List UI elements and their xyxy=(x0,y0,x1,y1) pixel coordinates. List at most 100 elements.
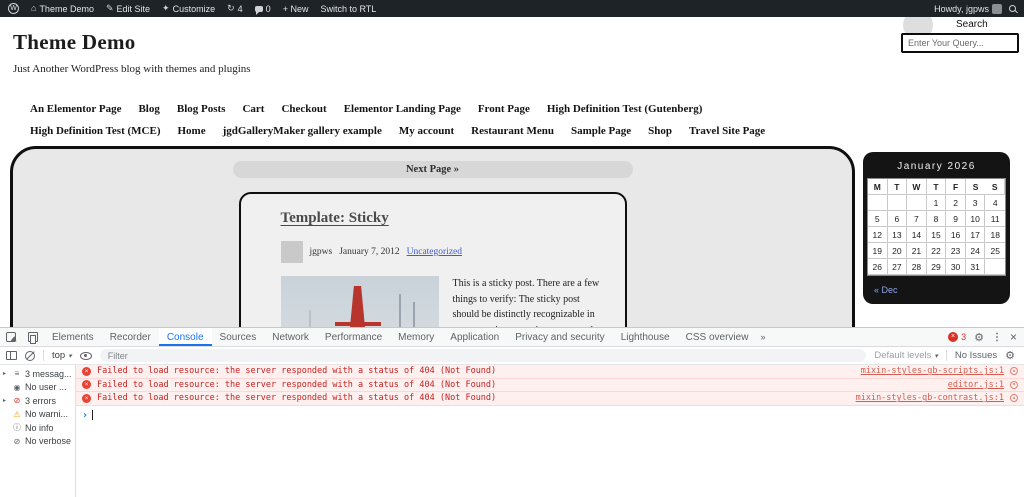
console-source-link[interactable]: mixin-styles-gb-scripts.js:1 xyxy=(861,366,1004,376)
calendar-day-header: M xyxy=(868,179,888,195)
tab-performance[interactable]: Performance xyxy=(317,328,390,346)
console-sidebar-toggle-icon[interactable] xyxy=(6,351,17,360)
console-error-row[interactable]: × Failed to load resource: the server re… xyxy=(76,379,1024,393)
tab-sources[interactable]: Sources xyxy=(212,328,265,346)
admin-bar-site-name-label: Theme Demo xyxy=(39,4,94,14)
tab-console[interactable]: Console xyxy=(159,328,212,346)
nav-item[interactable]: Front Page xyxy=(478,103,532,115)
explain-error-icon[interactable] xyxy=(1010,367,1018,375)
comments-count: 0 xyxy=(266,4,271,14)
nav-item[interactable]: Home xyxy=(177,125,207,137)
console-prompt[interactable]: › xyxy=(76,406,1024,425)
calendar-caption: January 2026 xyxy=(867,156,1006,178)
console-source-link[interactable]: mixin-styles-gb-contrast.js:1 xyxy=(856,393,1004,403)
sidebar-item-warnings[interactable]: ⚠ No warni... xyxy=(0,408,75,422)
admin-bar-updates[interactable]: ↻ 4 xyxy=(227,4,243,14)
messages-list-icon: ≡ xyxy=(12,369,22,378)
nav-item[interactable]: Restaurant Menu xyxy=(471,125,556,137)
explain-error-icon[interactable] xyxy=(1010,381,1018,389)
wp-logo-menu[interactable]: W xyxy=(8,3,19,14)
site-title[interactable]: Theme Demo xyxy=(13,30,1024,55)
nav-item[interactable]: High Definition Test (MCE) xyxy=(30,125,162,137)
devtools-close-icon[interactable]: × xyxy=(1010,330,1017,344)
site-search-input[interactable] xyxy=(901,33,1019,53)
admin-bar-site-name[interactable]: ⌂ Theme Demo xyxy=(31,4,94,14)
console-prompt-icon: › xyxy=(82,410,88,421)
tab-application[interactable]: Application xyxy=(442,328,507,346)
tab-lighthouse[interactable]: Lighthouse xyxy=(613,328,678,346)
nav-item-label: My account xyxy=(399,125,454,137)
console-error-row[interactable]: × Failed to load resource: the server re… xyxy=(76,392,1024,406)
console-message-text: Failed to load resource: the server resp… xyxy=(97,393,850,403)
admin-bar-comments[interactable]: 0 xyxy=(255,4,271,14)
post-title[interactable]: Template: Sticky xyxy=(281,210,605,227)
execution-context-selector[interactable]: top ▾ xyxy=(52,350,72,361)
devtools-settings-icon[interactable]: ⚙ xyxy=(974,331,984,344)
admin-bar-my-account[interactable]: Howdy, jgpws xyxy=(934,4,1002,14)
next-page-button[interactable]: Next Page » xyxy=(233,161,633,178)
tower-beam xyxy=(335,322,381,326)
error-count: 3 xyxy=(961,332,966,342)
post-category-link[interactable]: Uncategorized xyxy=(407,247,462,257)
console-error-row[interactable]: × Failed to load resource: the server re… xyxy=(76,365,1024,379)
nav-item[interactable]: Checkout xyxy=(281,103,328,115)
nav-item[interactable]: Sample Page xyxy=(571,125,633,137)
nav-item-label: Checkout xyxy=(281,103,326,115)
calendar-prev-month-link[interactable]: « Dec xyxy=(874,285,898,295)
console-settings-icon[interactable]: ⚙ xyxy=(1005,349,1015,362)
console-message-text: Failed to load resource: the server resp… xyxy=(97,366,855,376)
nav-item[interactable]: High Definition Test (Gutenberg) xyxy=(547,103,705,115)
tab-network[interactable]: Network xyxy=(264,328,317,346)
tab-elements[interactable]: Elements xyxy=(44,328,102,346)
calendar-date xyxy=(888,195,908,211)
console-filter-input[interactable] xyxy=(100,349,867,362)
error-icon: × xyxy=(82,380,91,389)
issues-counter[interactable]: No Issues xyxy=(955,350,997,361)
console-source-link[interactable]: editor.js:1 xyxy=(948,380,1004,390)
post-date: January 7, 2012 xyxy=(339,247,399,257)
nav-item-label: High Definition Test (Gutenberg) xyxy=(547,103,703,115)
nav-item[interactable]: Shop xyxy=(648,125,674,137)
log-levels-dropdown[interactable]: Default levels ▾ xyxy=(874,350,938,361)
calendar-day-header: F xyxy=(946,179,966,195)
tab-memory[interactable]: Memory xyxy=(390,328,442,346)
explain-error-icon[interactable] xyxy=(1010,394,1018,402)
device-toolbar-button[interactable] xyxy=(22,328,44,346)
inspect-element-button[interactable] xyxy=(0,328,22,346)
admin-bar-new[interactable]: + New xyxy=(283,4,309,14)
sidebar-item-all-messages[interactable]: ▸ ≡ 3 messag... xyxy=(0,367,75,381)
tab-recorder[interactable]: Recorder xyxy=(102,328,159,346)
calendar-week-row: 1 2 3 4 xyxy=(868,195,1005,211)
admin-bar-edit-site[interactable]: ✎ Edit Site xyxy=(106,4,150,14)
nav-item[interactable]: My account xyxy=(399,125,456,137)
nav-item[interactable]: Blog Posts xyxy=(177,103,228,115)
post-author[interactable]: jgpws xyxy=(310,247,333,257)
nav-item[interactable]: Cart xyxy=(242,103,266,115)
calendar-date: 18 xyxy=(985,227,1005,243)
nav-item[interactable]: An Elementor Page xyxy=(30,103,123,115)
sidebar-item-errors[interactable]: ▸ ⊘ 3 errors xyxy=(0,394,75,408)
sidebar-item-info[interactable]: ⓘ No info xyxy=(0,421,75,435)
nav-item[interactable]: jgdGalleryMaker gallery example xyxy=(223,125,384,137)
more-tabs-icon[interactable]: » xyxy=(756,328,769,346)
tab-privacy-security[interactable]: Privacy and security xyxy=(507,328,612,346)
calendar-day-headers: M T W T F S S xyxy=(868,179,1005,195)
admin-bar-switch-rtl[interactable]: Switch to RTL xyxy=(320,4,376,14)
devtools-menu-icon[interactable]: ⋮ xyxy=(992,332,1002,343)
admin-bar-customize[interactable]: ✦ Customize xyxy=(162,4,215,14)
clear-console-icon[interactable] xyxy=(25,351,35,361)
console-messages: × Failed to load resource: the server re… xyxy=(76,365,1024,497)
live-expression-eye-icon[interactable] xyxy=(80,352,92,360)
chevron-down-icon: ▾ xyxy=(68,352,72,360)
sidebar-item-verbose[interactable]: ⊘ No verbose xyxy=(0,435,75,449)
search-icon[interactable] xyxy=(1009,5,1016,12)
site-tagline: Just Another WordPress blog with themes … xyxy=(13,63,1024,75)
nav-item[interactable]: Travel Site Page xyxy=(689,125,767,137)
calendar-date: 1 xyxy=(927,195,947,211)
nav-item[interactable]: Blog xyxy=(138,103,161,115)
nav-item-label: Sample Page xyxy=(571,125,631,137)
nav-item[interactable]: Elementor Landing Page xyxy=(344,103,463,115)
sidebar-item-user-messages[interactable]: ◉ No user ... xyxy=(0,381,75,395)
error-count-badge[interactable]: × 3 xyxy=(948,332,966,342)
tab-css-overview[interactable]: CSS overview xyxy=(678,328,757,346)
